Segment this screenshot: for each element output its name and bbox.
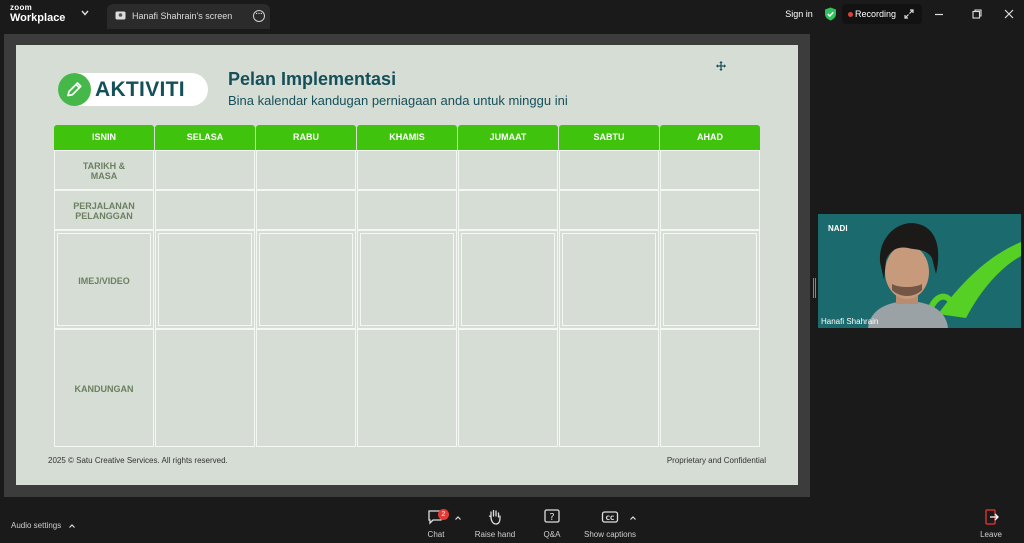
calendar-cell <box>660 150 760 190</box>
question-icon: ? <box>544 509 560 523</box>
leave-icon <box>985 509 999 525</box>
chevron-up-icon[interactable] <box>629 514 637 522</box>
calendar-cell <box>559 329 659 447</box>
participant-name: Hanafi Shahrain <box>821 317 879 326</box>
leave-button[interactable]: Leave <box>961 508 1021 539</box>
row-label-cell: TARIKH & MASA <box>54 150 154 190</box>
raise-hand-label: Raise hand <box>474 530 516 539</box>
chat-button[interactable]: Chat <box>406 508 466 539</box>
panel-resize-handle[interactable] <box>813 278 816 298</box>
leave-label: Leave <box>980 530 1002 539</box>
meeting-controls: Audio settings Chat 2 Raise hand ? Q&A C… <box>0 500 1024 543</box>
day-header: KHAMIS <box>357 125 457 150</box>
close-icon[interactable] <box>1003 8 1015 20</box>
tab-shared-screen[interactable]: Hanafi Shahrain's screen <box>107 4 270 29</box>
day-header: SELASA <box>155 125 255 150</box>
content-calendar-table: ISNIN SELASA RABU KHAMIS JUMAAT SABTU AHAD TARI… <box>54 125 761 448</box>
qa-label: Q&A <box>543 530 561 539</box>
slide-title: Pelan Implementasi <box>228 69 397 89</box>
svg-text:?: ? <box>549 512 554 523</box>
logo-top-text: zoom <box>10 3 33 12</box>
qa-button[interactable]: ? Q&A <box>522 508 582 539</box>
chat-label: Chat <box>427 530 445 539</box>
audio-settings-button[interactable]: Audio settings <box>11 521 76 530</box>
row-label-cell: IMEJ/VIDEO <box>54 230 154 329</box>
day-header: ISNIN <box>54 125 154 150</box>
logo-bottom-text: Workplace <box>10 12 66 24</box>
calendar-cell <box>155 230 255 329</box>
minimize-icon[interactable] <box>933 8 945 20</box>
title-bar: zoom Workplace Hanafi Shahrain's screen … <box>0 0 1024 30</box>
participant-video-tile[interactable]: NADI Hanafi Shahrain <box>818 214 1021 328</box>
row-label: PERJALANAN PELANGGAN <box>73 201 135 221</box>
row-label: TARIKH & MASA <box>82 161 126 181</box>
video-overlay-text: NADI <box>828 224 848 233</box>
screen-share-icon <box>115 11 126 20</box>
calendar-cell <box>660 230 760 329</box>
calendar-cell <box>256 190 356 230</box>
calendar-cell <box>155 190 255 230</box>
sign-in-button[interactable]: Sign in <box>778 4 820 24</box>
tab-label: Hanafi Shahrain's screen <box>132 11 233 21</box>
move-icon[interactable] <box>716 61 726 71</box>
day-header: JUMAAT <box>458 125 558 150</box>
calendar-cell <box>660 329 760 447</box>
calendar-cell <box>559 230 659 329</box>
calendar-cell <box>458 150 558 190</box>
calendar-cell <box>256 150 356 190</box>
restore-icon[interactable] <box>971 8 983 20</box>
calendar-cell <box>559 190 659 230</box>
more-options-icon[interactable] <box>253 8 265 22</box>
recording-dot-icon <box>848 12 853 17</box>
shield-check-icon[interactable] <box>824 7 837 21</box>
hand-icon <box>488 509 501 525</box>
shared-screen-area: AKTIVITI Pelan Implementasi Bina kalenda… <box>4 34 810 497</box>
captions-label: Show captions <box>583 530 637 539</box>
day-header: AHAD <box>660 125 760 150</box>
calendar-cell <box>155 329 255 447</box>
recording-indicator[interactable]: Recording <box>842 4 922 24</box>
captions-icon: CC <box>601 511 619 523</box>
row-label: KANDUNGAN <box>74 384 134 394</box>
confidential-footer: Proprietary and Confidential <box>666 456 766 465</box>
calendar-cell <box>155 150 255 190</box>
audio-settings-label: Audio settings <box>11 521 62 530</box>
day-header: RABU <box>256 125 356 150</box>
calendar-cell <box>357 190 457 230</box>
slide-subtitle: Bina kalendar kandugan perniagaan anda u… <box>228 93 568 108</box>
calendar-cell <box>357 329 457 447</box>
badge-label: AKTIVITI <box>95 78 185 101</box>
row-label: IMEJ/VIDEO <box>78 275 130 286</box>
pencil-icon <box>58 73 91 106</box>
show-captions-button[interactable]: CC Show captions <box>580 508 640 539</box>
participant-video-image <box>868 223 1021 328</box>
svg-text:CC: CC <box>606 515 615 522</box>
calendar-cell <box>458 190 558 230</box>
calendar-cell <box>357 230 457 329</box>
expand-icon[interactable] <box>904 9 914 19</box>
row-label-cell: KANDUNGAN <box>54 329 154 447</box>
row-label-cell: PERJALANAN PELANGGAN <box>54 190 154 230</box>
day-header: SABTU <box>559 125 659 150</box>
presentation-slide: AKTIVITI Pelan Implementasi Bina kalenda… <box>16 45 798 485</box>
calendar-cell <box>256 230 356 329</box>
copyright-footer: 2025 © Satu Creative Services. All right… <box>48 456 228 465</box>
zoom-workplace-logo[interactable]: zoom Workplace <box>10 4 65 24</box>
calendar-cell <box>256 329 356 447</box>
calendar-cell <box>660 190 760 230</box>
activity-badge: AKTIVITI <box>58 73 208 106</box>
calendar-cell <box>357 150 457 190</box>
calendar-cell <box>559 150 659 190</box>
chevron-up-icon[interactable] <box>454 514 462 522</box>
chevron-down-icon[interactable] <box>80 8 90 18</box>
raise-hand-button[interactable]: Raise hand <box>465 508 525 539</box>
recording-label: Recording <box>855 9 897 19</box>
chat-count-badge: 2 <box>438 509 449 520</box>
calendar-cell <box>458 230 558 329</box>
calendar-cell <box>458 329 558 447</box>
chevron-up-icon <box>68 524 75 528</box>
